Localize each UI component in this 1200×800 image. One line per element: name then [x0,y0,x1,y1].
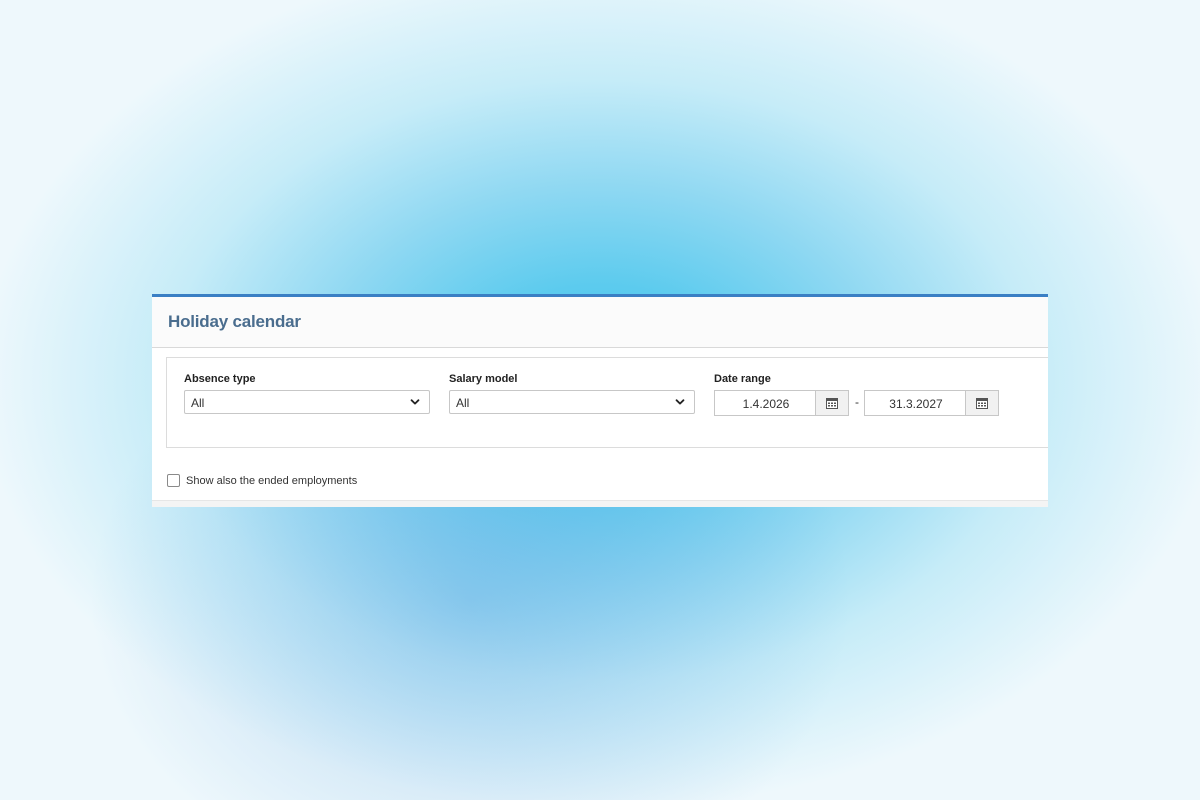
date-range-end-field[interactable]: 31.3.2027 [864,390,999,416]
salary-model-value: All [456,396,470,410]
panel-footer-strip [152,500,1048,507]
date-range-label: Date range [714,373,771,385]
start-date-picker-button[interactable] [815,391,848,415]
salary-model-label: Salary model [449,373,518,385]
absence-type-select[interactable]: All [184,390,430,414]
show-ended-employments-checkbox[interactable] [167,474,180,487]
date-range-start-field[interactable]: 1.4.2026 [714,390,849,416]
show-ended-employments-label[interactable]: Show also the ended employments [186,475,357,487]
calendar-icon [976,398,988,409]
date-range-start-value: 1.4.2026 [742,397,790,411]
holiday-calendar-panel: Holiday calendar Absence type All Salary… [152,294,1048,507]
filter-box: Absence type All Salary model All Date r… [166,357,1048,448]
chevron-down-icon [410,399,420,405]
date-range-end-value: 31.3.2027 [889,397,943,411]
page-title: Holiday calendar [168,312,301,331]
calendar-icon [826,398,838,409]
salary-model-select[interactable]: All [449,390,695,414]
panel-header: Holiday calendar [152,297,1048,348]
chevron-down-icon [675,399,685,405]
end-date-picker-button[interactable] [965,391,998,415]
absence-type-label: Absence type [184,373,256,385]
date-range-separator: - [855,395,859,409]
absence-type-value: All [191,396,205,410]
